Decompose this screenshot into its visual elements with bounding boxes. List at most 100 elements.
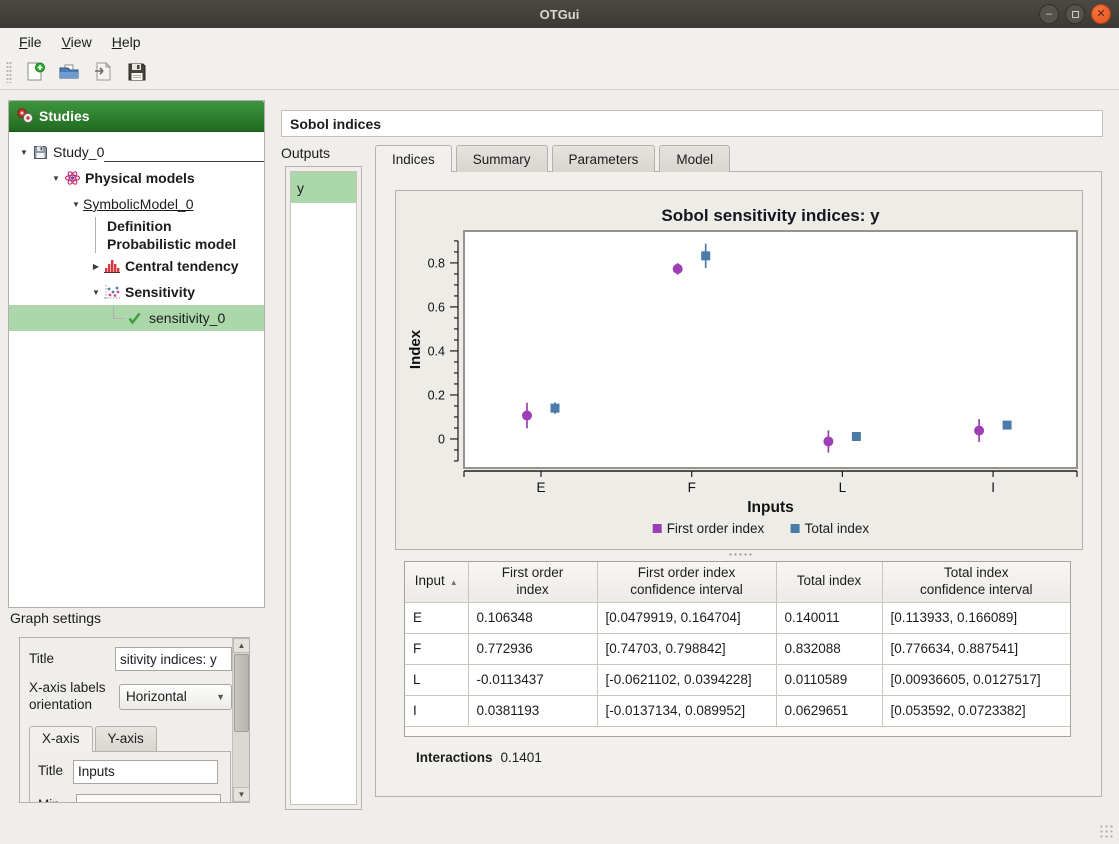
splitter-handle[interactable] (728, 552, 752, 557)
table-cell: [0.113933, 0.166089] (882, 602, 1070, 633)
column-header-first-order[interactable]: First order index (468, 562, 597, 602)
tree-item-label: SymbolicModel_0 (83, 196, 194, 212)
table-row: E0.106348[0.0479919, 0.164704]0.140011[0… (405, 602, 1070, 633)
table-cell: 0.140011 (776, 602, 882, 633)
expand-arrow-icon[interactable]: ▼ (89, 288, 103, 297)
document-title-bar: Sobol indices (281, 110, 1103, 137)
tree-item-probabilistic-model[interactable]: Probabilistic model (9, 235, 264, 253)
atom-icon (63, 170, 81, 186)
outputs-panel: y (285, 166, 362, 810)
xaxis-title-input[interactable] (73, 760, 218, 784)
legend-swatch (791, 524, 800, 533)
check-icon (127, 310, 145, 326)
svg-text:F: F (688, 480, 696, 495)
svg-text:0.6: 0.6 (428, 300, 445, 314)
chart-title-input[interactable] (115, 647, 232, 671)
toolbar-grip[interactable] (6, 61, 12, 83)
svg-text:I: I (991, 480, 995, 495)
svg-text:E: E (536, 480, 545, 495)
column-header-first-order-index[interactable]: First order index confidence interval (597, 562, 776, 602)
scroll-down-icon[interactable]: ▼ (233, 787, 250, 802)
chart-title: Sobol sensitivity indices: y (661, 206, 880, 225)
save-icon[interactable] (122, 58, 152, 86)
application-window: OTGui – ✕ FileViewHelp (0, 0, 1119, 844)
open-folder-icon[interactable] (54, 58, 84, 86)
xaxis-title-label: Title (38, 763, 63, 780)
collapse-arrow-icon[interactable]: ▶ (89, 262, 103, 271)
tree-item-physical-models[interactable]: ▼ Physical models (9, 165, 264, 191)
maximize-icon[interactable] (1065, 4, 1085, 24)
svg-text:0.2: 0.2 (428, 388, 445, 402)
data-point (522, 411, 532, 421)
chevron-down-icon: ▼ (216, 692, 225, 702)
window-controls: – ✕ (1039, 4, 1111, 24)
expand-arrow-icon[interactable]: ▼ (17, 148, 31, 157)
tab-y-axis[interactable]: Y-axis (95, 726, 157, 751)
table-cell: E (405, 602, 468, 633)
tree-item-definition[interactable]: Definition (9, 217, 264, 235)
menu-file[interactable]: File (10, 31, 51, 53)
tab-parameters[interactable]: Parameters (552, 145, 656, 172)
data-point (673, 264, 683, 274)
interactions-value: 0.1401 (501, 750, 542, 765)
minimize-icon[interactable]: – (1039, 4, 1059, 24)
tree-item-label: Definition (107, 218, 172, 234)
expand-arrow-icon[interactable]: ▼ (69, 200, 83, 209)
tab-x-axis[interactable]: X-axis (29, 726, 93, 751)
expand-arrow-icon[interactable]: ▼ (49, 174, 63, 183)
tree-item-underline (104, 161, 264, 162)
xaxis-orientation-label: X-axis labelsorientation (29, 680, 106, 714)
scrollbar-thumb[interactable] (234, 654, 249, 732)
tree-connector (95, 235, 107, 253)
outputs-label: Outputs (281, 145, 330, 161)
tree-connector (113, 307, 125, 319)
table-cell: 0.772936 (468, 633, 597, 664)
graph-settings-scrollbar[interactable]: ▲ ▼ (232, 638, 249, 802)
xaxis-orientation-select[interactable]: Horizontal ▼ (119, 684, 232, 710)
column-header-input[interactable]: Input▲ (405, 562, 468, 602)
table-cell: [0.053592, 0.0723382] (882, 695, 1070, 726)
menu-help[interactable]: Help (103, 31, 150, 53)
legend-label: Total index (805, 521, 870, 536)
y-axis-label: Index (407, 329, 424, 369)
table-cell: F (405, 633, 468, 664)
toolbar (0, 55, 1119, 90)
tab-indices[interactable]: Indices (375, 145, 452, 172)
legend-swatch (653, 524, 662, 533)
indices-table: Input▲First order indexFirst order index… (405, 562, 1070, 727)
table-cell: [0.74703, 0.798842] (597, 633, 776, 664)
resize-grip-icon[interactable] (1099, 824, 1113, 838)
tab-summary[interactable]: Summary (456, 145, 548, 172)
sobol-chart: Sobol sensitivity indices: y00.20.40.60.… (395, 190, 1083, 550)
tree-item-label: Central tendency (125, 258, 239, 274)
tree-item-label: Physical models (85, 170, 195, 186)
tree-item-central-tendency[interactable]: ▶ Central tendency (9, 253, 264, 279)
data-point (701, 251, 710, 260)
menu-view[interactable]: View (53, 31, 101, 53)
xaxis-min-input[interactable] (76, 794, 221, 803)
column-header-total-index[interactable]: Total index (776, 562, 882, 602)
tab-model[interactable]: Model (659, 145, 730, 172)
new-document-icon[interactable] (20, 58, 50, 86)
tree-item-symbolicmodel-0[interactable]: ▼SymbolicModel_0 (9, 191, 264, 217)
svg-text:L: L (839, 480, 847, 495)
xaxis-orientation-value: Horizontal (126, 689, 187, 704)
column-header-total-index[interactable]: Total index confidence interval (882, 562, 1070, 602)
title-bar[interactable]: OTGui – ✕ (0, 0, 1119, 28)
svg-text:0: 0 (438, 432, 445, 446)
output-item-y[interactable]: y (291, 172, 356, 203)
tree-item-label: Probabilistic model (107, 236, 236, 252)
tree-item-sensitivity[interactable]: ▼Sensitivity (9, 279, 264, 305)
studies-tree: ▼Study_0▼Physical models▼SymbolicModel_0… (9, 132, 264, 331)
document-title: Sobol indices (290, 116, 381, 132)
export-script-icon[interactable] (88, 58, 118, 86)
close-icon[interactable]: ✕ (1091, 4, 1111, 24)
tree-item-sensitivity-0[interactable]: sensitivity_0 (9, 305, 264, 331)
tree-item-study-0[interactable]: ▼ Study_0 (9, 139, 264, 165)
scroll-up-icon[interactable]: ▲ (233, 638, 250, 653)
data-point (974, 426, 984, 436)
table-row: L-0.0113437[-0.0621102, 0.0394228]0.0110… (405, 664, 1070, 695)
gears-icon (15, 106, 35, 126)
menu-bar: FileViewHelp (0, 28, 1119, 55)
tree-item-label: Study_0 (53, 144, 104, 160)
